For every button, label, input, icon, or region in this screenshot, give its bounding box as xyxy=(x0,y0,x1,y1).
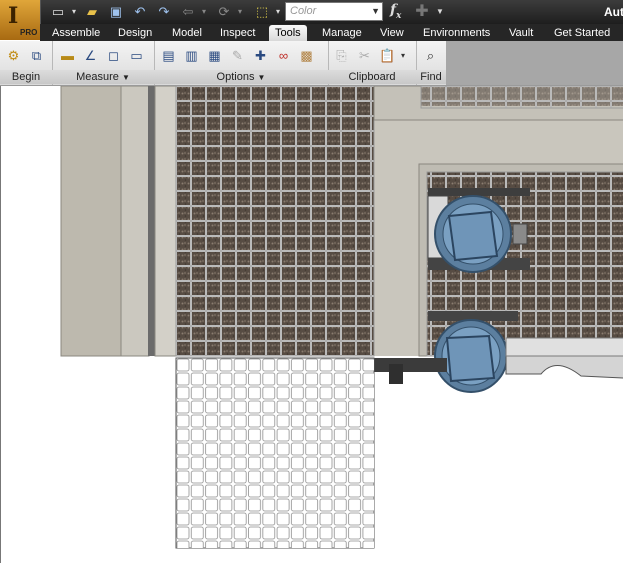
begin-part-icon[interactable]: ⧉ xyxy=(27,46,46,65)
color-dropdown-value: Color xyxy=(290,5,317,17)
tab-manage[interactable]: Manage xyxy=(322,25,362,41)
migrate-icon[interactable]: ✎ xyxy=(228,46,247,65)
measure-distance-icon[interactable]: ▬ xyxy=(58,46,77,65)
measure-angle-icon[interactable]: ∠ xyxy=(81,46,100,65)
paste-dropdown-icon[interactable]: ▾ xyxy=(398,46,408,65)
open-icon[interactable]: ▰ xyxy=(84,4,100,20)
new-icon[interactable]: ▭ xyxy=(50,4,66,20)
tab-get-started[interactable]: Get Started xyxy=(554,25,610,41)
select-icon[interactable]: ⬚ xyxy=(254,4,270,20)
chevron-down-icon: ▼ xyxy=(371,6,380,16)
begin-sketch-icon[interactable]: ⚙ xyxy=(4,46,23,65)
panel-begin: ⚙ ⧉ Begin xyxy=(0,41,53,85)
save-icon[interactable]: ▣ xyxy=(108,4,124,20)
update-dropdown-icon[interactable]: ▾ xyxy=(232,4,248,20)
tab-environments[interactable]: Environments xyxy=(423,25,490,41)
panel-title-options[interactable]: Options ▼ xyxy=(154,70,328,84)
measure-area-icon[interactable]: ▭ xyxy=(127,46,146,65)
color-dropdown[interactable]: Color ▼ xyxy=(285,2,383,21)
panel-options: ▤ ▥ ▦ ✎ ✚ ∞ ▩ Options ▼ xyxy=(154,41,329,85)
ribbon: ⚙ ⧉ Begin ▬ ∠ ◻ ▭ Measure ▼ ▤ ▥ ▦ ✎ ✚ ∞ … xyxy=(0,41,623,86)
paste-icon[interactable]: 📋 xyxy=(378,46,397,65)
tab-design[interactable]: Design xyxy=(118,25,152,41)
panel-title-begin: Begin xyxy=(0,70,52,84)
panel-title-clipboard: Clipboard xyxy=(328,70,416,84)
appearance-icon[interactable]: ▩ xyxy=(297,46,316,65)
update-icon[interactable]: ⟳ xyxy=(216,4,232,20)
panel-find: ⌕ Find xyxy=(416,41,447,85)
undo-icon[interactable]: ↶ xyxy=(132,4,148,20)
tab-vault[interactable]: Vault xyxy=(509,25,533,41)
panel-measure: ▬ ∠ ◻ ▭ Measure ▼ xyxy=(52,41,155,85)
tab-assemble[interactable]: Assemble xyxy=(52,25,100,41)
window-title: Aut xyxy=(604,5,623,19)
materials-icon[interactable]: ∞ xyxy=(274,46,293,65)
quick-access-toolbar: I PRO ▭ ▾ ▰ ▣ ↶ ↷ ⇦ ▾ ⟳ ▾ ⬚ ▾ Color ▼ fx… xyxy=(0,0,623,40)
parameters-fx-icon[interactable]: fx xyxy=(390,2,401,21)
ribbon-empty-area xyxy=(446,41,623,85)
panel-title-measure[interactable]: Measure ▼ xyxy=(52,70,154,84)
add-ins-icon[interactable]: ✚ xyxy=(251,46,270,65)
tab-tools[interactable]: Tools xyxy=(269,25,307,41)
redo-icon[interactable]: ↷ xyxy=(156,4,172,20)
panel-title-find: Find xyxy=(416,70,446,84)
return-dropdown-icon[interactable]: ▾ xyxy=(196,4,212,20)
customize-dropdown-icon[interactable]: ▼ xyxy=(432,4,448,20)
application-options-icon[interactable]: ▥ xyxy=(182,46,201,65)
pump-2 xyxy=(434,319,508,393)
add-icon[interactable]: ✚ xyxy=(414,4,430,20)
model-scene xyxy=(60,86,623,549)
chevron-down-icon: ▼ xyxy=(257,73,266,82)
graphics-viewport[interactable] xyxy=(0,86,623,563)
tab-view[interactable]: View xyxy=(380,25,404,41)
return-icon[interactable]: ⇦ xyxy=(180,4,196,20)
inventor-logo-icon: I xyxy=(8,3,19,29)
find-binoculars-icon[interactable]: ⌕ xyxy=(421,46,440,65)
copy-icon[interactable]: ⎘ xyxy=(332,46,351,65)
chevron-down-icon: ▼ xyxy=(121,73,130,82)
grating xyxy=(175,86,375,357)
discharge-pipe xyxy=(367,358,447,372)
cut-icon[interactable]: ✂ xyxy=(355,46,374,65)
document-settings-icon[interactable]: ▤ xyxy=(159,46,178,65)
new-dropdown-icon[interactable]: ▾ xyxy=(66,4,82,20)
select-dropdown-icon[interactable]: ▾ xyxy=(270,4,286,20)
style-editor-icon[interactable]: ▦ xyxy=(205,46,224,65)
tab-model[interactable]: Model xyxy=(172,25,202,41)
app-badge: PRO xyxy=(20,28,38,37)
panel-clipboard: ⎘ ✂ 📋 ▾ Clipboard xyxy=(328,41,417,85)
ribbon-tab-bar: Assemble Design Model Inspect Tools Mana… xyxy=(40,24,623,41)
pipe-vertical xyxy=(148,86,155,356)
tab-inspect[interactable]: Inspect xyxy=(220,25,255,41)
measure-loop-icon[interactable]: ◻ xyxy=(104,46,123,65)
application-menu-button[interactable]: I PRO xyxy=(0,0,41,40)
